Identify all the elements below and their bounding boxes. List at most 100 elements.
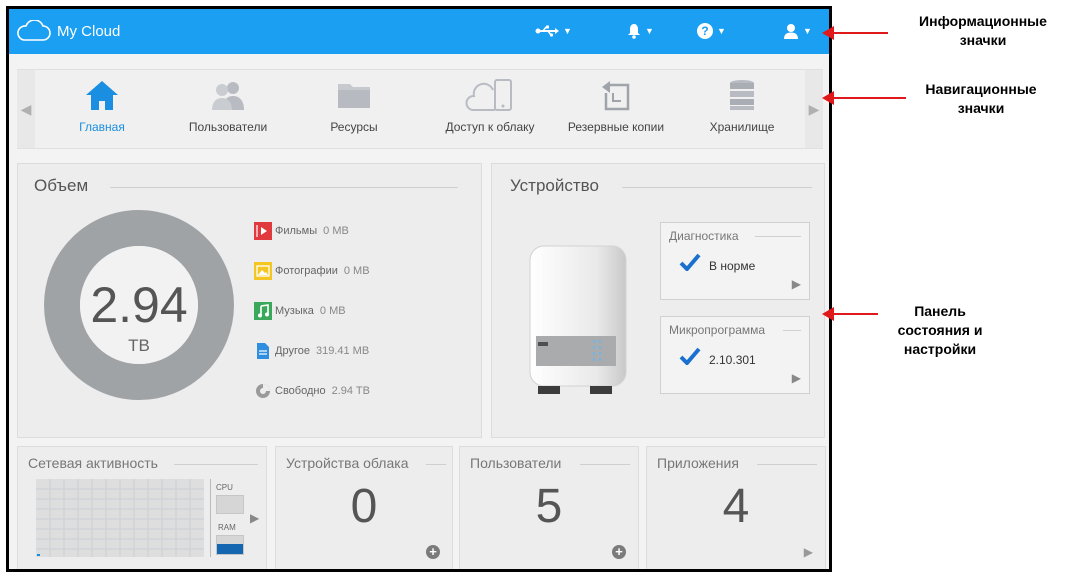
divider [174,464,258,465]
folder-icon [338,84,370,108]
users-icon [212,82,244,110]
nav-item-label: Доступ к облаку [445,120,535,134]
nav-item-cloud-access[interactable]: Доступ к облаку [435,78,545,134]
ram-label: RAM [218,523,236,532]
chevron-down-icon: ▼ [717,26,726,36]
annotation-nav-icons: Навигационные значки [925,81,1037,116]
usb-icon [535,25,559,37]
legend-label: Фильмы [275,225,318,237]
add-cloud-device-button[interactable]: + [426,545,440,559]
capacity-title: Объем [34,176,89,195]
nav-scroll-right-button[interactable]: ▶ [805,70,823,148]
chevron-right-icon[interactable]: ▶ [804,545,813,559]
users-panel: Пользователи 5 + [459,446,639,569]
firmware-title: Микропрограмма [669,323,766,337]
ram-meter [216,535,244,555]
user-icon [784,24,798,39]
nav-item-label: Ресурсы [330,120,378,134]
users-count: 5 [535,480,563,533]
users-title: Пользователи [470,455,562,471]
divider [210,479,211,557]
nav-item-storage[interactable]: Хранилище [687,78,797,134]
notifications-menu[interactable]: ▼ [627,21,654,41]
legend-value: 2.94 TB [331,385,370,397]
nav-item-shares[interactable]: Ресурсы [299,78,409,134]
diagnostics-card[interactable]: Диагностика В норме ▶ [660,222,810,300]
navigation-bar: ◀ Главная Пользователи Ресурсы Доступ к … [17,69,823,149]
app-title: My Cloud [57,22,121,40]
cloud-devices-count: 0 [350,480,378,533]
photo-icon [254,262,272,280]
cloud-device-icon [465,79,512,111]
apps-count: 4 [722,480,750,533]
music-icon [254,302,272,320]
nav-item-label: Главная [79,120,125,134]
device-title: Устройство [510,176,599,195]
cpu-meter [216,495,244,514]
legend-item-music: Музыка 0 MB [254,302,346,320]
diagnostics-title: Диагностика [669,229,739,243]
divider [426,464,446,465]
nav-item-home[interactable]: Главная [47,78,157,134]
document-icon [254,342,272,360]
cpu-label: CPU [216,483,233,492]
network-graph [36,479,204,557]
legend-value: 0 MB [319,305,346,317]
user-menu[interactable]: ▼ [783,21,812,41]
annotation-arrow [834,313,878,315]
home-icon [86,81,118,110]
nav-item-backups[interactable]: Резервные копии [561,78,671,134]
firmware-card[interactable]: Микропрограмма 2.10.301 ▶ [660,316,810,394]
divider [783,330,801,331]
legend-label: Фотографии [275,265,338,277]
divider [580,464,630,465]
divider [757,464,817,465]
capacity-value: 2.94 [90,277,188,333]
usb-menu[interactable]: ▼ [535,21,572,41]
help-menu[interactable]: ? ▼ [697,21,726,41]
check-icon [679,347,701,365]
legend-label: Музыка [275,305,314,317]
chevron-down-icon: ▼ [645,26,654,36]
legend-label: Другое [275,345,310,357]
legend-item-other: Другое 319.41 MB [254,342,369,360]
nav-scroll-left-button[interactable]: ◀ [17,70,35,148]
legend-value: 319.41 MB [315,345,370,357]
cloud-devices-title: Устройства облака [286,455,409,471]
annotation-arrowhead [822,91,834,105]
annotation-arrowhead [822,307,834,321]
top-bar: My Cloud ▼ ▼ ? ▼ ▼ [9,9,829,54]
capacity-donut: 2.94 TB [44,210,234,400]
chevron-right-icon[interactable]: ▶ [792,371,801,385]
chevron-right-icon[interactable]: ▶ [792,277,801,291]
ram-meter-fill [217,544,243,554]
capacity-unit: TB [128,336,150,355]
divider [755,236,801,237]
check-icon [679,253,701,271]
annotation-status-panel: Панель состояния и настройки [897,303,983,357]
chevron-down-icon: ▼ [803,26,812,36]
storage-icon [730,80,754,110]
nav-item-users[interactable]: Пользователи [173,78,283,134]
legend-value: 0 MB [323,225,349,237]
nav-item-label: Резервные копии [567,120,665,134]
apps-title: Приложения [657,455,739,471]
divider [110,187,458,188]
network-title: Сетевая активность [28,455,158,471]
annotation-arrow [834,97,906,99]
app-logo[interactable]: My Cloud [15,20,120,42]
divider [622,187,812,188]
chevron-down-icon: ▼ [563,26,572,36]
help-icon: ? [697,23,713,39]
nav-item-label: Хранилище [709,120,775,134]
film-icon [254,222,272,240]
network-activity-panel: Сетевая активность CPU RAM ▶ [17,446,267,569]
legend-label: Свободно [275,385,326,397]
dashboard-window: My Cloud ▼ ▼ ? ▼ ▼ ◀ Главная Пользовател… [6,6,832,572]
chevron-right-icon[interactable]: ▶ [250,511,259,525]
device-image [529,245,627,394]
firmware-version: 2.10.301 [709,353,756,367]
add-user-button[interactable]: + [612,545,626,559]
bell-icon [628,24,640,39]
backup-icon [602,81,630,111]
